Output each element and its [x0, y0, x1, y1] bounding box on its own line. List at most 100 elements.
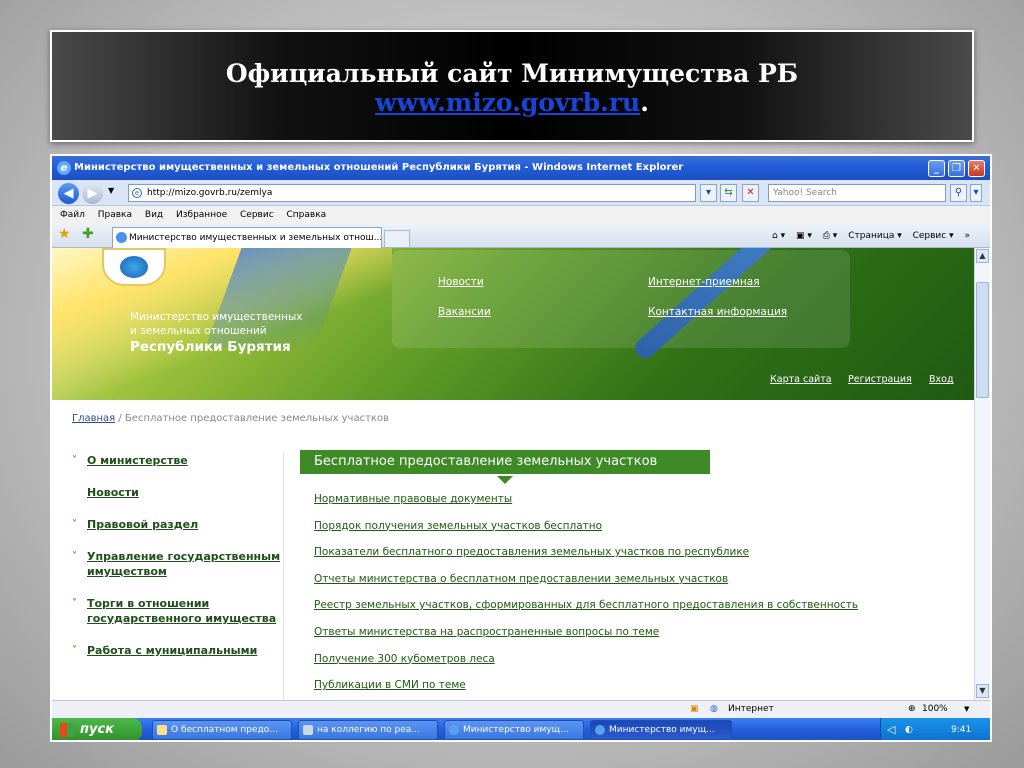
sidebar-item-auctions[interactable]: ˅ Торги в отношении государственного имущ…	[72, 596, 283, 626]
scroll-thumb[interactable]	[976, 282, 989, 398]
sidebar-item-about[interactable]: ˅ О министерстве	[72, 453, 283, 468]
globe-icon: ◍	[710, 704, 718, 714]
back-icon[interactable]: ◀	[58, 183, 79, 204]
page-menu[interactable]: Страница ▾	[848, 231, 902, 241]
list-item-link[interactable]: Порядок получения земельных участков бес…	[314, 519, 858, 546]
print-icon[interactable]: ⎙ ▾	[823, 231, 838, 241]
taskbar-item-label: О бесплатном предо...	[171, 725, 278, 735]
document-icon	[303, 725, 313, 735]
zoom-dropdown-icon[interactable]: ▼	[964, 701, 969, 718]
list-item-link[interactable]: Ответы министерства на распространенные …	[314, 625, 858, 652]
nav-vacancies[interactable]: Вакансии	[438, 306, 491, 318]
chevron-down-icon: ˅	[72, 598, 77, 609]
link-login[interactable]: Вход	[929, 374, 954, 385]
link-register[interactable]: Регистрация	[848, 374, 912, 385]
window-title: Министерство имущественных и земельных о…	[74, 162, 684, 173]
list-item-link[interactable]: Публикации в СМИ по теме	[314, 678, 858, 700]
address-dropdown-icon[interactable]: ▾	[700, 184, 717, 202]
sidebar-item-municipal[interactable]: ˅ Работа с муниципальными	[72, 643, 283, 658]
start-button[interactable]: пуск	[52, 718, 142, 740]
heading-arrow-icon	[497, 476, 513, 484]
breadcrumb-home[interactable]: Главная	[72, 413, 115, 424]
site-banner: Министерство имущественных и земельных о…	[52, 248, 974, 400]
menu-file[interactable]: Файл	[60, 210, 85, 220]
link-sitemap[interactable]: Карта сайта	[770, 374, 832, 385]
forward-icon[interactable]: ▶	[82, 183, 103, 204]
slide-link-line: www.mizo.govrb.ru.	[375, 88, 649, 117]
sidebar-item-label: Торги в отношении государственного имуще…	[87, 597, 277, 625]
zoom-icon[interactable]: ⊕	[908, 701, 916, 718]
feeds-icon[interactable]: ▣ ▾	[796, 231, 812, 241]
nav-contacts[interactable]: Контактная информация	[648, 306, 787, 318]
menu-tools[interactable]: Сервис	[240, 210, 274, 220]
address-text: http://mizo.govrb.ru/zemlya	[147, 188, 273, 198]
tab-active[interactable]: Министерство имущественных и земельных о…	[112, 227, 382, 248]
menu-favorites[interactable]: Избранное	[176, 210, 227, 220]
list-item-link[interactable]: Показатели бесплатного предоставления зе…	[314, 545, 858, 572]
menu-help[interactable]: Справка	[287, 210, 327, 220]
search-icon[interactable]: ⚲	[950, 184, 967, 202]
chevron-down-icon: ˅	[72, 519, 77, 530]
sidebar: ˅ О министерстве Новости ˅ Правовой раздел…	[72, 453, 284, 700]
new-tab-button[interactable]	[384, 230, 410, 248]
address-input[interactable]: e http://mizo.govrb.ru/zemlya	[128, 184, 696, 202]
tools-menu[interactable]: Сервис ▾	[913, 231, 954, 241]
taskbar-item-document[interactable]: на коллегию по реа...	[298, 720, 438, 740]
search-options-icon[interactable]: ▾	[970, 184, 982, 202]
refresh-icon[interactable]: ⇆	[720, 184, 737, 202]
chevron-more-icon[interactable]: »	[964, 231, 970, 241]
chevron-down-icon: ˅	[72, 551, 77, 562]
zoom-level[interactable]: 100%	[922, 701, 948, 718]
ie-logo-icon	[595, 725, 605, 735]
sidebar-item-property[interactable]: ˅ Управление государственным имуществом	[72, 549, 283, 579]
history-dropdown-icon[interactable]: ▼	[108, 186, 114, 195]
breadcrumb-current: / Бесплатное предоставление земельных уч…	[115, 413, 389, 424]
protected-mode-icon: ▣	[690, 704, 699, 714]
sidebar-item-label: Управление государственным имуществом	[87, 550, 281, 578]
scroll-up-icon[interactable]: ▲	[976, 249, 989, 263]
emblem-icon	[102, 248, 166, 286]
list-item-link[interactable]: Нормативные правовые документы	[314, 492, 858, 519]
taskbar-item-ie-1[interactable]: Министерство имущ...	[444, 720, 584, 740]
taskbar-item-label: Министерство имущ...	[463, 725, 569, 735]
nav-news[interactable]: Новости	[438, 276, 484, 288]
sidebar-item-news[interactable]: Новости	[72, 485, 283, 500]
slide-title: Официальный сайт Минимущества РБ	[225, 59, 799, 88]
sidebar-item-legal[interactable]: ˅ Правовой раздел	[72, 517, 283, 532]
menu-edit[interactable]: Правка	[98, 210, 132, 220]
clock[interactable]: 9:41	[951, 718, 971, 740]
list-item-link[interactable]: Получение 300 кубометров леса	[314, 652, 858, 679]
menu-view[interactable]: Вид	[145, 210, 163, 220]
home-icon[interactable]: ⌂ ▾	[772, 231, 785, 241]
vertical-scrollbar[interactable]: ▲ ▼	[974, 248, 990, 700]
volume-icon[interactable]: ◐	[905, 718, 913, 740]
section-heading: Бесплатное предоставление земельных учас…	[300, 450, 710, 474]
close-icon[interactable]: ✕	[968, 160, 985, 177]
folder-icon	[157, 725, 167, 735]
list-item-link[interactable]: Реестр земельных участков, сформированны…	[314, 598, 858, 625]
search-placeholder: Yahoo! Search	[773, 188, 837, 198]
maximize-icon[interactable]: ❐	[948, 160, 965, 177]
sidebar-item-label: Правовой раздел	[87, 518, 199, 531]
status-bar: ▣ ◍ Интернет ⊕ 100% ▼	[52, 700, 990, 718]
ministry-line-3: Республики Бурятия	[130, 339, 291, 355]
add-favorites-icon[interactable]: ✚	[82, 226, 94, 242]
ministry-name: Министерство имущественных и земельных о…	[130, 310, 303, 354]
minimize-icon[interactable]: _	[928, 160, 945, 177]
taskbar-item-folder[interactable]: О бесплатном предо...	[152, 720, 292, 740]
slide-link[interactable]: www.mizo.govrb.ru	[375, 88, 640, 117]
nav-reception[interactable]: Интернет-приемная	[648, 276, 760, 288]
tray-arrow-icon[interactable]: ◁	[887, 718, 895, 740]
search-input[interactable]: Yahoo! Search	[768, 184, 946, 202]
chevron-down-icon: ˅	[72, 645, 77, 656]
taskbar-item-label: на коллегию по реа...	[317, 725, 420, 735]
address-toolbar: ◀ ▶ ▼ e http://mizo.govrb.ru/zemlya ▾ ⇆ …	[52, 180, 990, 206]
list-item-link[interactable]: Отчеты министерства о бесплатном предост…	[314, 572, 858, 599]
page-icon: e	[132, 188, 142, 198]
taskbar-item-ie-2[interactable]: Министерство имущ...	[590, 720, 732, 740]
chevron-down-icon: ˅	[72, 455, 77, 466]
stop-icon[interactable]: ✕	[742, 184, 759, 202]
scroll-down-icon[interactable]: ▼	[976, 684, 989, 698]
start-label: пуск	[80, 722, 114, 737]
favorites-star-icon[interactable]: ★	[58, 226, 71, 242]
